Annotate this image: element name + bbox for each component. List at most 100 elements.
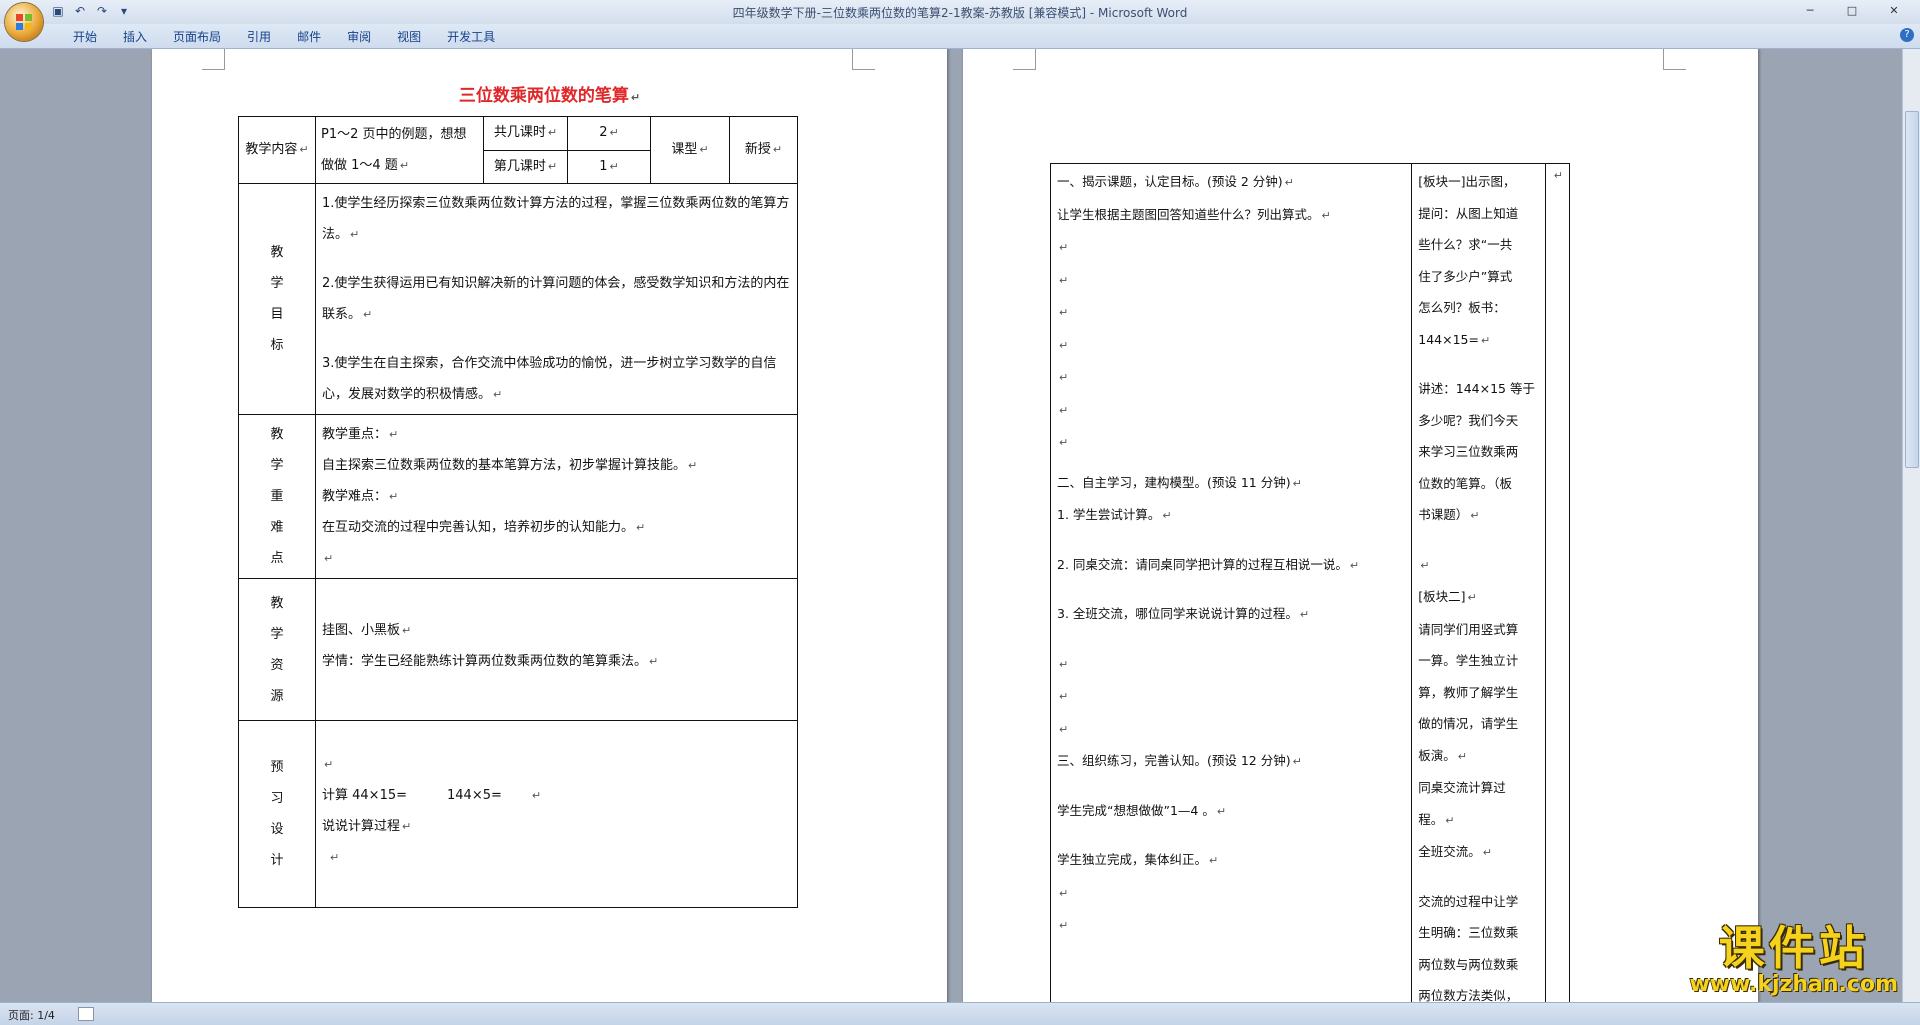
preview-design-cell: ↵ 计算 44×15= 144×5= ↵ 说说计算过程 ↵ ↵: [315, 720, 798, 908]
board-line: 板演。 ↵: [1418, 747, 1467, 763]
maximize-icon[interactable]: □: [1832, 2, 1872, 20]
page-count-status[interactable]: 页面: 1/4: [8, 1007, 55, 1023]
board-line: 交流的过程中让学: [1418, 893, 1519, 909]
ribbon-tabs: 开始 插入 页面布局 引用 邮件 审阅 视图 开发工具: [60, 28, 508, 46]
preview-calc-line: 计算 44×15= 144×5= ↵: [322, 788, 542, 803]
board-line: 住了多少户”算式: [1418, 268, 1513, 284]
crop-mark: [1013, 49, 1036, 70]
goal-item: 3.使学生在自主探索，合作交流中体验成功的愉悦，进一步树立学习数学的自信心，发展…: [322, 356, 777, 402]
board-line: 程。 ↵: [1418, 811, 1455, 827]
teaching-content-cell: P1～2 页中的例题，想想 做做 1～4 题 ↵: [315, 116, 484, 184]
process-line: 二、自主学习，建构模型。(预设 11 分钟) ↵: [1057, 474, 1302, 490]
board-line: 全班交流。 ↵: [1418, 844, 1492, 859]
label-total-lessons: 共几课时 ↵: [483, 116, 568, 151]
board-line: [板块一]出示图，: [1418, 174, 1516, 189]
crop-mark: [202, 49, 225, 70]
board-line: 两位数方法类似，: [1418, 988, 1519, 1003]
teaching-goals-cell: 1.使学生经历探索三位数乘两位数计算方法的过程，掌握三位数乘两位数的笔算方法。 ↵…: [315, 183, 798, 415]
total-lessons-value: 2 ↵: [567, 116, 651, 151]
teaching-content-line1: P1～2 页中的例题，想想: [321, 127, 467, 142]
office-logo-icon[interactable]: [5, 3, 43, 41]
process-line: 学生独立完成，集体纠正。 ↵: [1057, 852, 1219, 867]
window-title: 四年级数学下册-三位数乘两位数的笔算2-1教案-苏教版 [兼容模式] - Mic…: [732, 6, 1188, 20]
watermark-text: 课件站: [1718, 921, 1869, 975]
tab-mailings[interactable]: 邮件: [284, 28, 334, 46]
process-line: 三、组织练习，完善认知。(预设 12 分钟) ↵: [1057, 753, 1302, 768]
board-line: 生明确：三位数乘: [1418, 925, 1519, 940]
board-line: [板块二] ↵: [1418, 589, 1477, 604]
label-key-points: 教 学 重 难 点: [238, 414, 316, 579]
board-line: 讲述：144×15 等于: [1418, 381, 1535, 396]
process-line: 1. 学生尝试计算。 ↵: [1057, 507, 1172, 522]
tab-review[interactable]: 审阅: [334, 28, 384, 46]
label-lesson-type: 课型 ↵: [650, 116, 730, 184]
preview-line: 说说计算过程 ↵: [322, 819, 412, 834]
scrollbar-thumb[interactable]: [1905, 111, 1919, 468]
board-line: 请同学们用竖式算: [1418, 621, 1519, 637]
key-point-line: 教学重点： ↵: [322, 427, 399, 442]
key-points-cell: 教学重点： ↵ 自主探索三位数乘两位数的基本笔算方法，初步掌握计算技能。 ↵ 教学难…: [315, 414, 798, 579]
document-page-2[interactable]: 一、揭示课题，认定目标。(预设 2 分钟) ↵ 让学生根据主题图回答知道些什么？列…: [963, 49, 1758, 1003]
minimize-icon[interactable]: ─: [1790, 2, 1830, 20]
process-left-cell: 一、揭示课题，认定目标。(预设 2 分钟) ↵ 让学生根据主题图回答知道些什么？列…: [1049, 163, 1413, 1003]
ribbon-tab-row: 开始 插入 页面布局 引用 邮件 审阅 视图 开发工具 ?: [0, 24, 1920, 49]
key-point-line: 教学难点： ↵: [322, 489, 399, 504]
document-workspace[interactable]: 三位数乘两位数的笔算 ↵ 教学内容 ↵ P1～2 页中的例题，想想 做做 1～4 题…: [0, 49, 1903, 1003]
site-watermark: 课件站 www.kjzhan.com: [1689, 923, 1898, 997]
label-teaching-resources: 教 学 资 源: [238, 578, 316, 721]
teaching-content-line2: 做做 1～4 题 ↵: [321, 158, 410, 173]
board-line: 位数的笔算。（板: [1418, 475, 1513, 491]
title-bar: ▣ ↶ ↷ ▾ 四年级数学下册-三位数乘两位数的笔算2-1教案-苏教版 [兼容模…: [0, 0, 1920, 25]
lesson-plan-table: 教学内容 ↵ P1～2 页中的例题，想想 做做 1～4 题 ↵ 共几课时 ↵ 2 ↵ 课…: [238, 116, 798, 908]
lesson-process-table: 一、揭示课题，认定目标。(预设 2 分钟) ↵ 让学生根据主题图回答知道些什么？列…: [1049, 163, 1571, 1003]
tab-developer[interactable]: 开发工具: [434, 28, 508, 46]
board-line: 做的情况，请学生: [1418, 716, 1519, 731]
board-line: 书课题） ↵: [1418, 507, 1480, 522]
lesson-type-value: 新授 ↵: [729, 116, 798, 184]
process-line: 3. 全班交流，哪位同学来说说计算的过程。 ↵: [1057, 606, 1310, 621]
board-line: 算，教师了解学生: [1418, 684, 1519, 700]
board-line: 些什么？求“一共: [1418, 237, 1513, 252]
process-line: 学生完成“想想做做”1—4 。 ↵: [1057, 802, 1227, 818]
teaching-resources-cell: 挂图、小黑板 ↵ 学情：学生已经能熟练计算两位数乘两位数的笔算乘法。 ↵: [315, 578, 798, 721]
board-line: 一算。学生独立计: [1418, 653, 1519, 668]
board-line: 144×15= ↵: [1418, 331, 1491, 347]
tab-references[interactable]: 引用: [234, 28, 284, 46]
tab-view[interactable]: 视图: [384, 28, 434, 46]
current-lesson-value: 1 ↵: [567, 149, 651, 184]
label-teaching-content: 教学内容 ↵: [238, 116, 316, 184]
status-bar: 页面: 1/4: [0, 1002, 1920, 1025]
process-line: 一、揭示课题，认定目标。(预设 2 分钟) ↵: [1057, 174, 1294, 189]
resource-line: 学情：学生已经能熟练计算两位数乘两位数的笔算乘法。 ↵: [322, 654, 659, 669]
help-icon[interactable]: ?: [1900, 28, 1914, 42]
document-page-1[interactable]: 三位数乘两位数的笔算 ↵ 教学内容 ↵ P1～2 页中的例题，想想 做做 1～4 题…: [152, 49, 947, 1003]
key-point-line: 自主探索三位数乘两位数的基本笔算方法，初步掌握计算技能。 ↵: [322, 458, 698, 473]
tab-home[interactable]: 开始: [60, 28, 110, 46]
close-icon[interactable]: ✕: [1874, 2, 1914, 20]
board-line: 来学习三位数乘两: [1418, 444, 1519, 459]
board-line: 同桌交流计算过: [1418, 780, 1506, 795]
tab-page-layout[interactable]: 页面布局: [160, 28, 234, 46]
board-line: 怎么列？板书：: [1418, 300, 1506, 315]
crop-mark: [852, 49, 875, 70]
label-preview-design: 预 习 设 计: [238, 720, 316, 908]
watermark-url: www.kjzhan.com: [1689, 972, 1898, 997]
vertical-scrollbar[interactable]: [1902, 49, 1920, 1003]
resource-line: 挂图、小黑板 ↵: [322, 623, 412, 638]
label-current-lesson: 第几课时 ↵: [483, 149, 568, 184]
board-line: 多少呢？我们今天: [1418, 412, 1519, 428]
process-extra-cell: ↵: [1544, 163, 1571, 1003]
office-logo-glyph: [16, 14, 32, 30]
window-controls: ─ □ ✕: [1790, 2, 1914, 20]
tab-insert[interactable]: 插入: [110, 28, 160, 46]
key-point-line: 在互动交流的过程中完善认知，培养初步的认知能力。 ↵: [322, 520, 646, 535]
process-line: 让学生根据主题图回答知道些什么？列出算式。 ↵: [1057, 206, 1331, 222]
process-right-cell: [板块一]出示图， 提问：从图上知道 些什么？求“一共 住了多少户”算式 怎么列…: [1411, 163, 1546, 1003]
goal-item: 2.使学生获得运用已有知识解决新的计算问题的体会，感受数学知识和方法的内在联系。…: [322, 276, 790, 322]
label-teaching-goals: 教 学 目 标: [238, 183, 316, 415]
proofing-icon[interactable]: [78, 1007, 94, 1021]
board-line: 两位数与两位数乘: [1418, 956, 1519, 972]
board-line: 提问：从图上知道: [1418, 205, 1519, 221]
goal-item: 1.使学生经历探索三位数乘两位数计算方法的过程，掌握三位数乘两位数的笔算方法。 ↵: [322, 196, 790, 242]
process-line: 2. 同桌交流：请同桌同学把计算的过程互相说一说。 ↵: [1057, 556, 1360, 572]
